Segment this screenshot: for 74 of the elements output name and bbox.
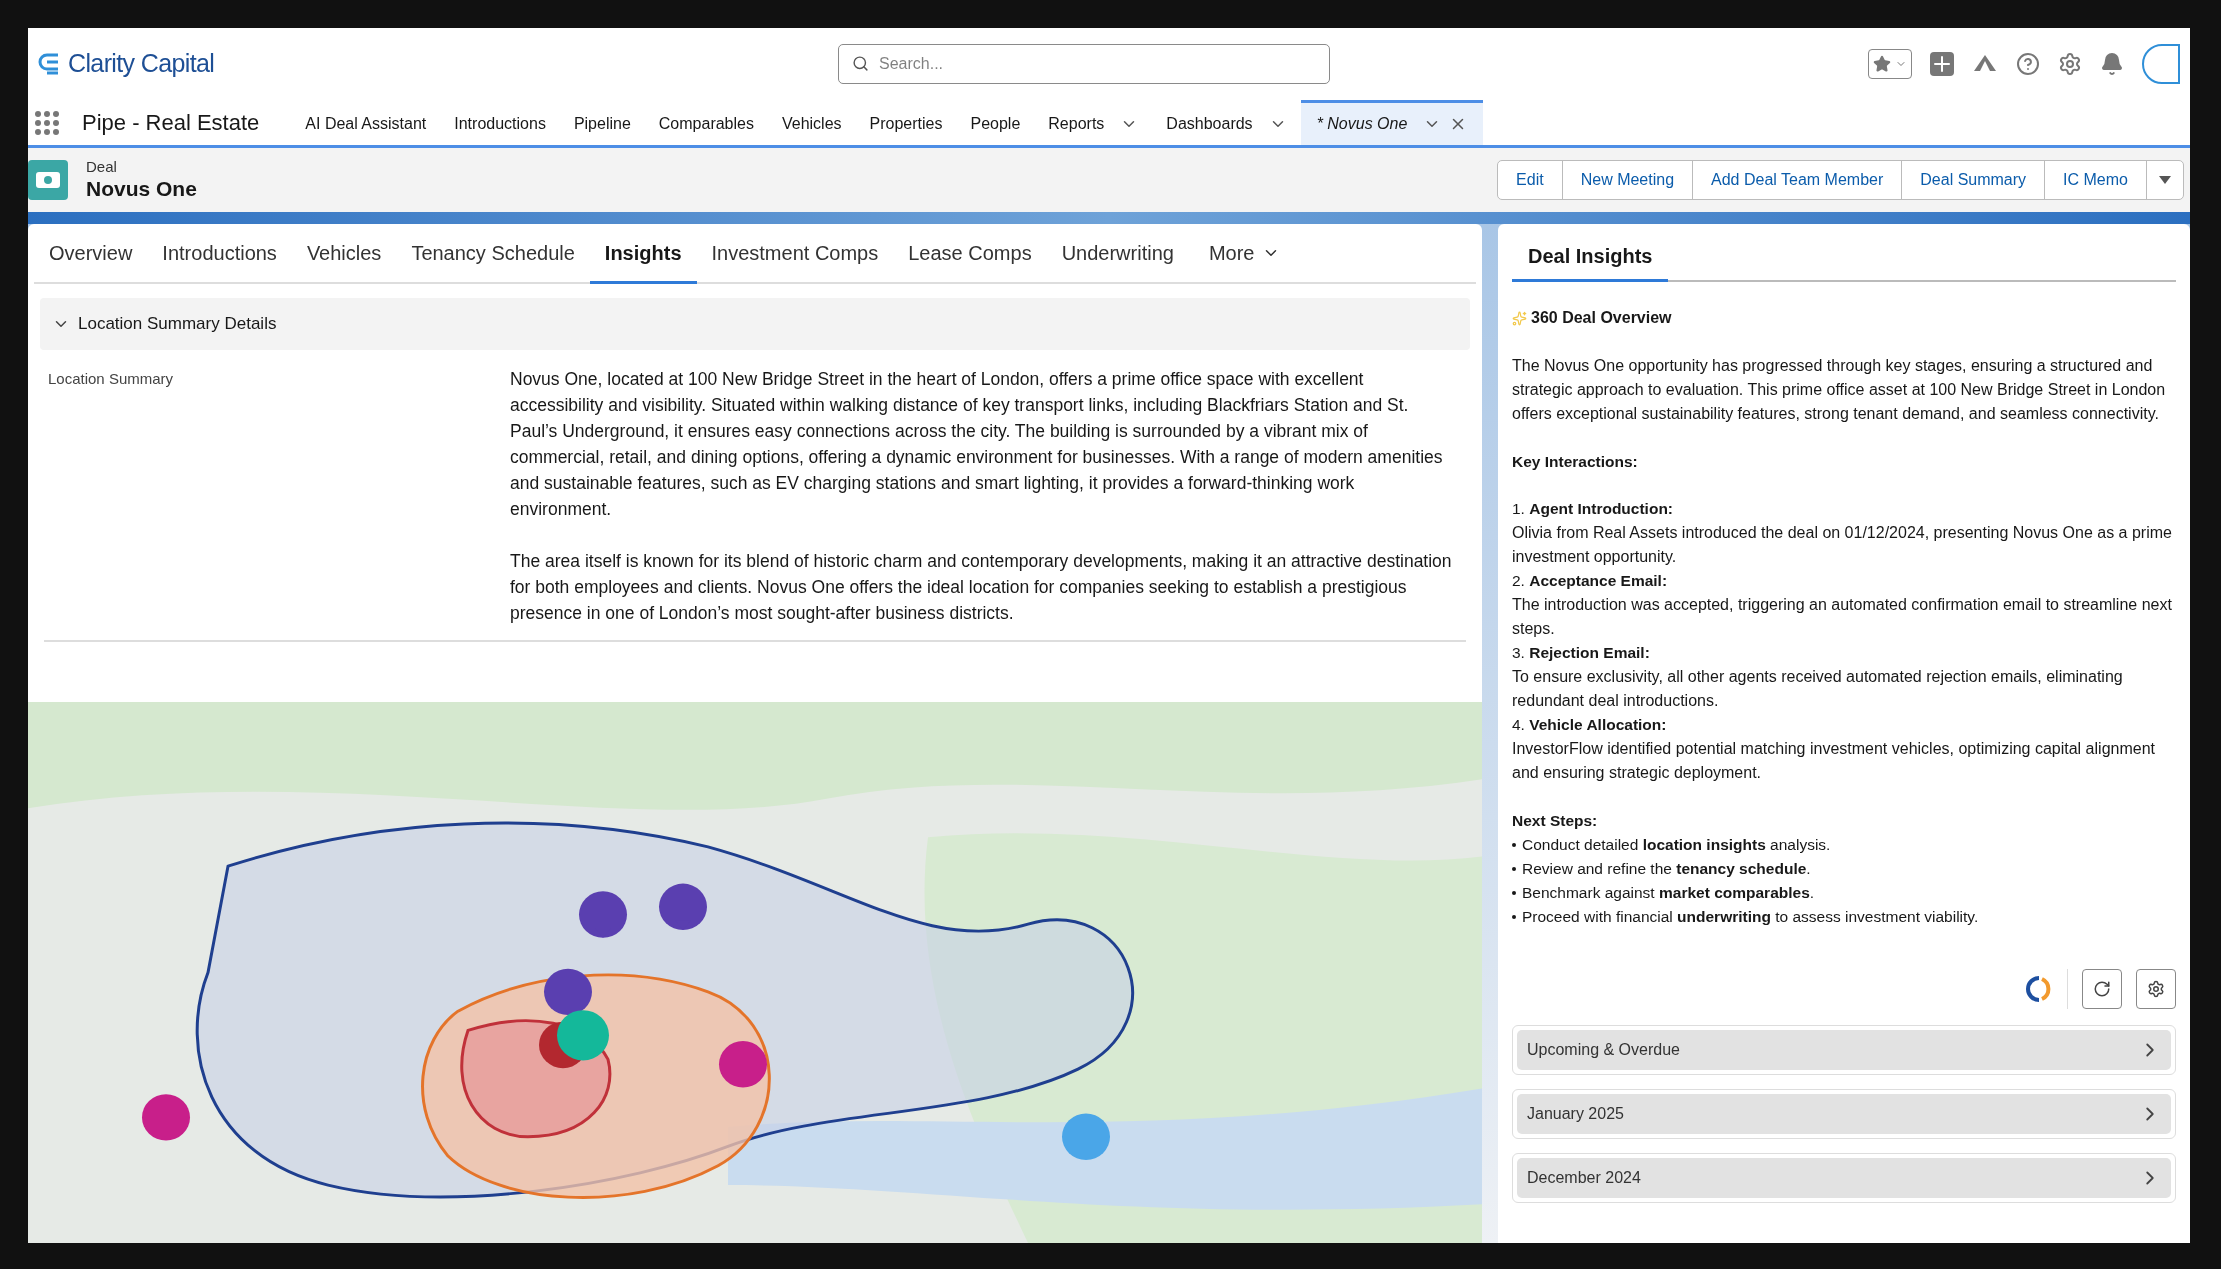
favorites-button[interactable]	[1868, 49, 1912, 79]
avatar[interactable]	[2142, 44, 2180, 84]
accordion-header[interactable]: Upcoming & Overdue	[1517, 1029, 2171, 1070]
action-button[interactable]: Add Deal Team Member	[1693, 161, 1903, 199]
next-step-text: Proceed with financial underwriting to assess investment viability.	[1522, 906, 1979, 927]
notifications-icon[interactable]	[2100, 52, 2124, 76]
star-icon	[1873, 55, 1891, 73]
loading-spinner-icon	[2025, 974, 2053, 1003]
app-launcher-icon[interactable]	[34, 109, 60, 136]
insights-heading: 360 Deal Overview	[1531, 308, 1672, 328]
record-type: Deal	[86, 157, 118, 177]
search-icon	[852, 55, 869, 72]
section-header[interactable]: Location Summary Details	[40, 298, 1470, 350]
record-name: Novus One	[86, 176, 197, 203]
record-tab[interactable]: Insights	[589, 224, 697, 284]
nav-tab[interactable]: AI Deal Assistant	[291, 100, 441, 145]
field-label: Location Summary	[47, 369, 175, 389]
record-tab[interactable]: Underwriting	[1046, 224, 1189, 284]
accordion-header[interactable]: December 2024	[1517, 1157, 2171, 1198]
action-button[interactable]: New Meeting	[1562, 161, 1694, 199]
action-button[interactable]: Edit	[1498, 161, 1563, 199]
interaction-title: 4. Vehicle Allocation:	[1512, 715, 1668, 736]
action-button[interactable]: IC Memo	[2045, 161, 2147, 199]
interaction-text: InvestorFlow identified potential matching investment vehicles, optimizing capital alignment and ensuring strategic deployment.	[1512, 739, 2156, 784]
nav-tab[interactable]: Properties	[855, 100, 957, 145]
sparkle-icon	[1512, 310, 1527, 326]
accordion-header[interactable]: January 2025	[1517, 1093, 2171, 1134]
nav-tab[interactable]: Vehicles	[767, 100, 856, 145]
settings-icon[interactable]	[2058, 52, 2082, 76]
nav-tab[interactable]: * Novus One	[1300, 100, 1484, 145]
record-tab[interactable]: Investment Comps	[696, 224, 894, 284]
nav-tab[interactable]: Pipeline	[559, 100, 645, 145]
interaction-text: To ensure exclusivity, all other agents received automated rejection emails, eliminating redundant deal introductions.	[1512, 667, 2124, 712]
interaction-text: The introduction was accepted, triggering an automated confirmation email to streamline next steps.	[1512, 595, 2173, 640]
interaction-title: 1. Agent Introduction:	[1512, 499, 1674, 520]
caret-icon	[2159, 176, 2171, 184]
record-tab[interactable]: Lease Comps	[893, 224, 1047, 284]
nav-tab[interactable]: Introductions	[440, 100, 560, 145]
search-field[interactable]: Search...	[838, 44, 1330, 84]
nav-tab[interactable]: Dashboards	[1152, 100, 1301, 145]
interaction-title: 3. Rejection Email:	[1512, 643, 1651, 664]
interaction-title: 2. Acceptance Email:	[1512, 571, 1669, 592]
field-value: Novus One, located at 100 New Bridge Street in the heart of London, offers a prime office space with excellent accessibility and visibility. Situated within walking distance of key transport links, including Blackfriars Station and St. Paul’s Underground, it ensures easy connections across the city. The building is surrounded by a vibrant mix of commercial, retail, and dining options, offering a dynamic environment for businesses. With a range of modern amenities and sustainable features, such as EV charging stations and smart lighting, it provides a forward-thinking work environment.	[510, 368, 1444, 521]
next-step-text: Review and refine the tenancy schedule.	[1522, 858, 1811, 879]
logo-icon	[38, 51, 60, 77]
key-interactions-title: Key Interactions:	[1512, 452, 1639, 472]
nav-tab[interactable]: Comparables	[644, 100, 768, 145]
refresh-button[interactable]	[2082, 968, 2122, 1009]
help-icon[interactable]	[2016, 52, 2040, 76]
record-tab[interactable]: Vehicles	[291, 224, 397, 284]
logo-text: Clarity Capital	[68, 48, 215, 80]
add-icon[interactable]	[1930, 52, 1954, 76]
nav-tab[interactable]: People	[956, 100, 1035, 145]
action-button[interactable]: Deal Summary	[1902, 161, 2046, 199]
nav-tab[interactable]: Reports	[1034, 100, 1153, 145]
bullet-icon	[1512, 914, 1516, 919]
bullet-icon	[1512, 890, 1516, 895]
overview-text: The Novus One opportunity has progressed through key stages, ensuring a structured and strategic approach to evaluation. This prime office asset at 100 New Bridge Street in London offers exceptional sustainability features, strong tenant demand, and seamless connectivity.	[1512, 356, 2167, 424]
next-step-text: Conduct detailed location insights analysis.	[1522, 834, 1831, 855]
next-step-text: Benchmark against market comparables.	[1522, 882, 1815, 903]
app-name: Pipe - Real Estate	[82, 109, 260, 137]
field-value: The area itself is known for its blend of historic charm and contemporary developments, making it an attractive destination for both employees and clients. Novus One offers the ideal location for companies seeking to establish a prestigious presence in one of London’s most sought-after business districts.	[510, 550, 1452, 625]
insights-tab[interactable]: Deal Insights	[1512, 241, 1669, 282]
record-tab[interactable]: Overview	[34, 224, 148, 284]
more-tab[interactable]: More	[1188, 224, 1301, 282]
interaction-text: Olivia from Real Assets introduced the deal on 01/12/2024, presenting Novus One as a prime investment opportunity.	[1512, 523, 2173, 568]
bullet-icon	[1512, 842, 1516, 847]
next-steps-title: Next Steps:	[1512, 811, 1599, 832]
settings-button[interactable]	[2136, 968, 2176, 1009]
refresh-icon	[2093, 979, 2111, 998]
bullet-icon	[1512, 866, 1516, 871]
record-tab[interactable]: Tenancy Schedule	[396, 224, 590, 284]
settings-icon	[2147, 979, 2165, 998]
record-tab[interactable]: Introductions	[147, 224, 292, 284]
